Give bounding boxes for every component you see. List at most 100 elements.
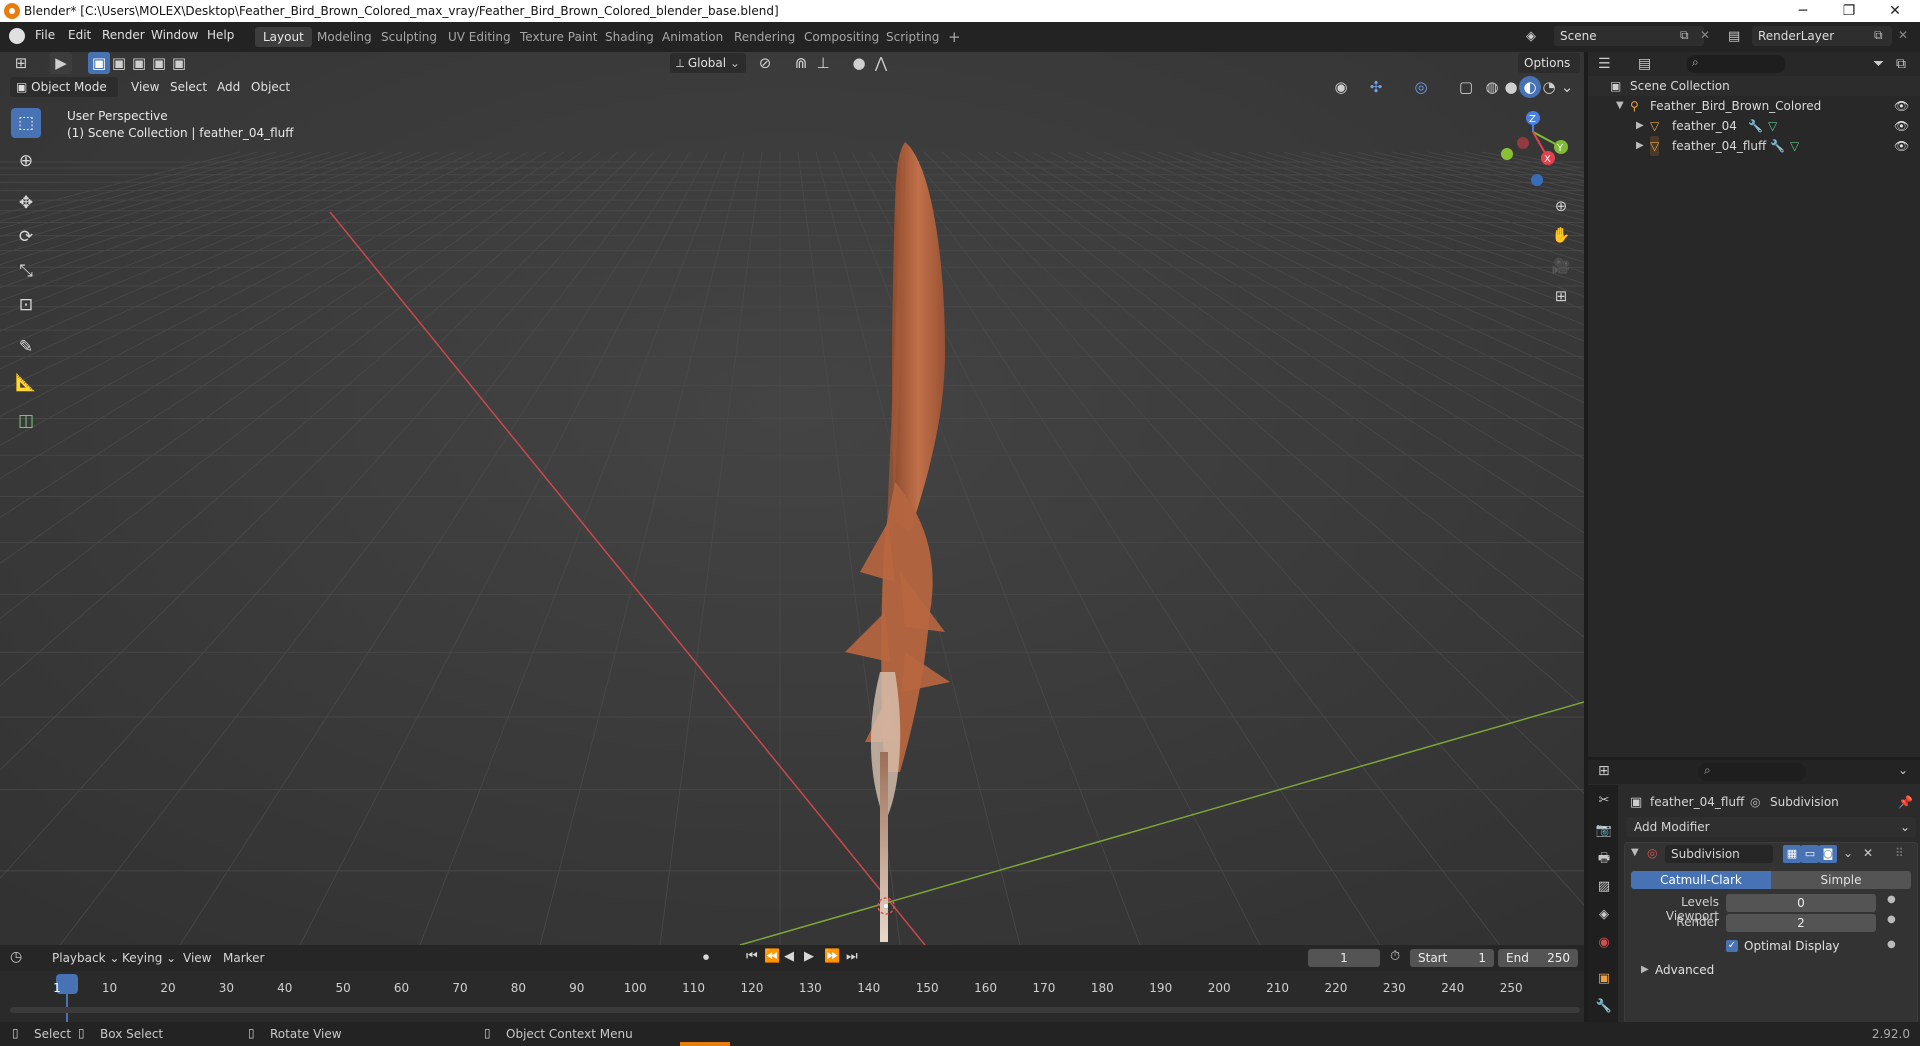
scene-icon[interactable]: ◈ [1526,29,1536,44]
pivot-point-icon[interactable]: ⊘ [754,52,776,74]
move-tool-icon[interactable]: ✥ [11,188,41,218]
select-invert-icon[interactable]: ▣ [148,52,170,74]
menu-help[interactable]: Help [207,28,234,42]
camera-view-icon[interactable]: 🎥 [1548,253,1574,279]
orthographic-toggle-icon[interactable]: ⊞ [1548,283,1574,309]
keyframe-dot-icon[interactable]: ● [1887,914,1896,925]
collapse-arrow-icon[interactable]: ▼ [1631,847,1639,858]
viewport-menu-object[interactable]: Object [251,80,290,94]
viewport-menu-add[interactable]: Add [217,80,240,94]
modifier-tab-icon[interactable]: 🔧 [1594,997,1614,1017]
levels-viewport-field[interactable]: 0 [1726,894,1876,912]
expand-arrow-icon[interactable]: ▼ [1616,96,1624,116]
render-levels-field[interactable]: 2 [1726,914,1876,932]
tab-animation[interactable]: Animation [654,27,731,47]
menu-edit[interactable]: Edit [68,28,91,42]
record-button-icon[interactable]: ⏺ [703,950,709,965]
current-frame-field[interactable]: 1 [1308,949,1380,967]
jump-end-icon[interactable]: ⏭ [846,949,858,964]
options-dropdown[interactable]: Options ⌄ [1518,53,1580,90]
remove-scene-icon[interactable]: ✕ [1700,28,1710,42]
eye-icon[interactable]: 👁 [1894,96,1909,116]
scale-tool-icon[interactable]: ⤡ [11,256,41,286]
drag-handle-icon[interactable]: ⠿ [1895,846,1904,860]
tab-modeling[interactable]: Modeling [309,27,380,47]
overlays-toggle-icon[interactable]: ◎ [1410,76,1432,98]
mesh-data-icon[interactable]: ▽ [1790,136,1799,156]
optimal-display-checkbox[interactable]: ✓ [1726,940,1738,952]
properties-search-input[interactable]: ⌕ [1698,763,1806,781]
minimize-button[interactable]: ─ [1780,0,1826,22]
tab-rendering[interactable]: Rendering [726,27,803,47]
close-window-button[interactable]: ✕ [1872,0,1918,22]
modifier-menu-chevron-icon[interactable]: ⌄ [1843,846,1853,860]
menu-file[interactable]: File [35,28,55,42]
edit-mode-toggle-icon[interactable]: ▦ [1783,845,1801,863]
select-intersect-icon[interactable]: ▣ [168,52,190,74]
advanced-subpanel[interactable]: Advanced [1655,963,1714,977]
timeline-ruler[interactable]: 1 10 20 30 40 50 60 70 80 90 100 110 120 130 140 150 160… [0,971,1584,1022]
timeline-editor-type-icon[interactable]: ◷ [10,949,22,965]
outliner-row-object[interactable]: ▶ ▽ feather_04_fluff 🔧 ▽ 👁 [1588,136,1920,156]
catmull-clark-option[interactable]: Catmull-Clark [1631,871,1771,889]
outliner-editor-type-icon[interactable]: ☰ [1598,56,1611,72]
shading-options-icon[interactable]: ⌄ [1556,76,1578,98]
start-frame-field[interactable]: Start 1 [1410,949,1494,967]
jump-keyframe-back-icon[interactable]: ⏪ [764,949,780,964]
expand-arrow-icon[interactable]: ▶ [1641,964,1649,975]
scene-tab-icon[interactable]: ◈ [1594,905,1614,925]
add-workspace-button[interactable]: + [940,27,969,47]
outliner-row-collection[interactable]: ▼ ⚲ Feather_Bird_Brown_Colored 👁 [1588,96,1920,116]
world-tab-icon[interactable]: ◉ [1594,933,1614,953]
view-layer-icon[interactable]: ▤ [1728,29,1740,44]
mesh-data-icon[interactable]: ▽ [1768,116,1777,136]
add-modifier-dropdown[interactable]: Add Modifier ⌄ [1626,817,1916,837]
keyframe-dot-icon[interactable]: ● [1887,939,1896,950]
render-toggle-icon[interactable]: ◙ [1819,845,1837,863]
new-scene-icon[interactable]: ⧉ [1680,28,1689,43]
select-mode-icon[interactable]: ▶ [50,52,72,74]
outliner-row-object[interactable]: ▶ ▽ feather_04 🔧 ▽ 👁 [1588,116,1920,136]
tab-texture-paint[interactable]: Texture Paint [512,27,605,47]
eye-icon[interactable]: 👁 [1894,116,1909,136]
pin-icon[interactable]: 📌 [1898,795,1913,809]
xray-toggle-icon[interactable]: ▢ [1455,76,1477,98]
keyframe-dot-icon[interactable]: ● [1887,894,1896,905]
jump-keyframe-forward-icon[interactable]: ⏩ [824,949,840,964]
remove-view-layer-icon[interactable]: ✕ [1898,28,1908,42]
expand-arrow-icon[interactable]: ▶ [1636,136,1644,156]
gizmo-toggle-icon[interactable]: ✣ [1365,76,1387,98]
chevron-down-icon[interactable]: ⌄ [1898,763,1908,777]
tab-layout[interactable]: Layout [255,27,312,47]
select-box-tool-icon[interactable]: ⬚ [11,108,41,138]
tab-sculpting[interactable]: Sculpting [373,27,445,47]
timeline-menu-playback[interactable]: Playback ⌄ [52,951,119,965]
tool-tab-icon[interactable]: ✂ [1594,791,1614,811]
3d-viewport[interactable]: Z Y X [0,52,1584,945]
end-frame-field[interactable]: End 250 [1498,949,1578,967]
falloff-icon[interactable]: ⋀ [870,52,892,74]
outliner-row-scene-collection[interactable]: ▣ Scene Collection [1588,76,1920,96]
tab-compositing[interactable]: Compositing [796,27,887,47]
tab-shading[interactable]: Shading [597,27,662,47]
tab-uv-editing[interactable]: UV Editing [440,27,519,47]
annotate-tool-icon[interactable]: ✎ [11,332,41,362]
object-mode-dropdown[interactable]: ▣ Object Mode ⌄ [10,77,118,114]
measure-tool-icon[interactable]: 📐 [11,368,41,398]
viewport-display-toggle-icon[interactable]: ▭ [1801,845,1819,863]
outliner-search-input[interactable]: ⌕ [1686,55,1786,73]
modifier-name-input[interactable]: Subdivision [1665,845,1773,863]
snap-target-icon[interactable]: ⊥ [812,52,834,74]
menu-window[interactable]: Window [151,28,198,42]
transform-orientation-dropdown[interactable]: ⟂ Global ⌄ [670,53,746,73]
add-cube-tool-icon[interactable]: ◫ [11,406,41,436]
rotate-tool-icon[interactable]: ⟳ [11,222,41,252]
zoom-icon[interactable]: ⊕ [1548,193,1574,219]
render-layer-selector[interactable]: RenderLayer [1752,26,1892,46]
tab-scripting[interactable]: Scripting [878,27,947,47]
eye-icon[interactable]: 👁 [1894,136,1909,156]
stopwatch-icon[interactable]: ⏱ [1390,949,1400,964]
simple-option[interactable]: Simple [1771,871,1911,889]
view-layer-tab-icon[interactable]: ▨ [1594,877,1614,897]
jump-start-icon[interactable]: ⏮ [746,949,758,964]
